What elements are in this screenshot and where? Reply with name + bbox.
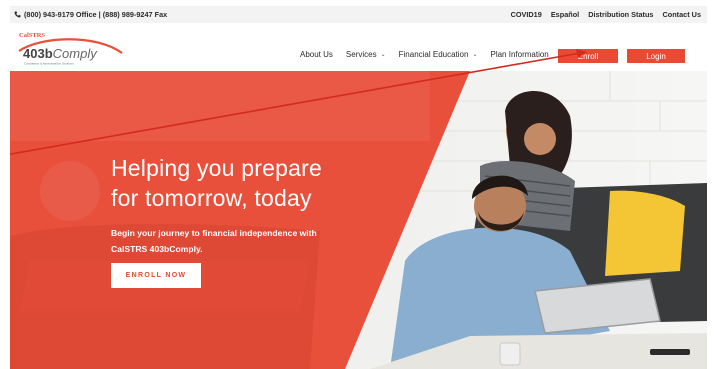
nav-plan-information[interactable]: Plan Information bbox=[490, 50, 548, 59]
nav-financial-education-label: Financial Education bbox=[398, 50, 469, 59]
enroll-now-button[interactable]: ENROLL NOW bbox=[111, 263, 201, 288]
nav-services[interactable]: Services ⌄ bbox=[346, 50, 386, 59]
nav-financial-education[interactable]: Financial Education ⌄ bbox=[399, 50, 478, 59]
hero-photo bbox=[10, 71, 707, 369]
top-bar: (800) 943-9179 Office | (888) 989-9247 F… bbox=[10, 6, 707, 23]
yellow-pillow bbox=[605, 190, 685, 276]
nav-about-us-label: About Us bbox=[300, 50, 333, 59]
phone-icon bbox=[14, 11, 21, 18]
site-header: CalSTRS 403bComply Compliance & Administ… bbox=[10, 23, 707, 71]
site-window: (800) 943-9179 Office | (888) 989-9247 F… bbox=[10, 6, 707, 369]
hero-title-line-2: for tomorrow, today bbox=[111, 185, 312, 211]
link-distribution-status[interactable]: Distribution Status bbox=[588, 10, 653, 19]
woman-face bbox=[524, 123, 556, 155]
hero-subtitle: Begin your journey to financial independ… bbox=[111, 228, 317, 254]
hero-banner: Helping you prepare for tomorrow, today … bbox=[10, 71, 707, 369]
link-contact-us[interactable]: Contact Us bbox=[662, 10, 701, 19]
phone-on-table bbox=[650, 349, 690, 355]
chevron-down-icon: ⌄ bbox=[380, 52, 386, 58]
logo-tagline: Compliance & Administration Solutions bbox=[24, 62, 74, 66]
contact-text: (800) 943-9179 Office | (888) 989-9247 F… bbox=[24, 10, 168, 19]
link-covid19[interactable]: COVID19 bbox=[511, 10, 542, 19]
chevron-down-icon: ⌄ bbox=[472, 52, 478, 58]
logo-name-bold: 403b bbox=[23, 46, 53, 61]
link-espanol[interactable]: Español bbox=[551, 10, 579, 19]
nav-plan-information-label: Plan Information bbox=[490, 50, 549, 59]
main-nav: About Us Services ⌄ Financial Education ⌄ … bbox=[300, 50, 562, 59]
calstrs-403bcomply-logo[interactable]: CalSTRS 403bComply Compliance & Administ… bbox=[16, 29, 126, 67]
logo-name-light: Comply bbox=[53, 46, 99, 61]
enroll-button[interactable]: Enroll bbox=[558, 49, 618, 63]
logo-wordmark: 403bComply bbox=[23, 46, 98, 61]
nav-about-us[interactable]: About Us bbox=[300, 50, 333, 59]
nav-services-label: Services bbox=[345, 50, 377, 59]
login-button[interactable]: Login bbox=[627, 49, 685, 63]
mug bbox=[499, 342, 521, 366]
hero-title: Helping you prepare for tomorrow, today bbox=[111, 153, 322, 213]
logo-brand-small: CalSTRS bbox=[19, 32, 45, 39]
contact-info: (800) 943-9179 Office | (888) 989-9247 F… bbox=[14, 10, 167, 19]
utility-links: COVID19 Español Distribution Status Cont… bbox=[511, 10, 701, 19]
hero-title-line-1: Helping you prepare bbox=[111, 155, 322, 181]
